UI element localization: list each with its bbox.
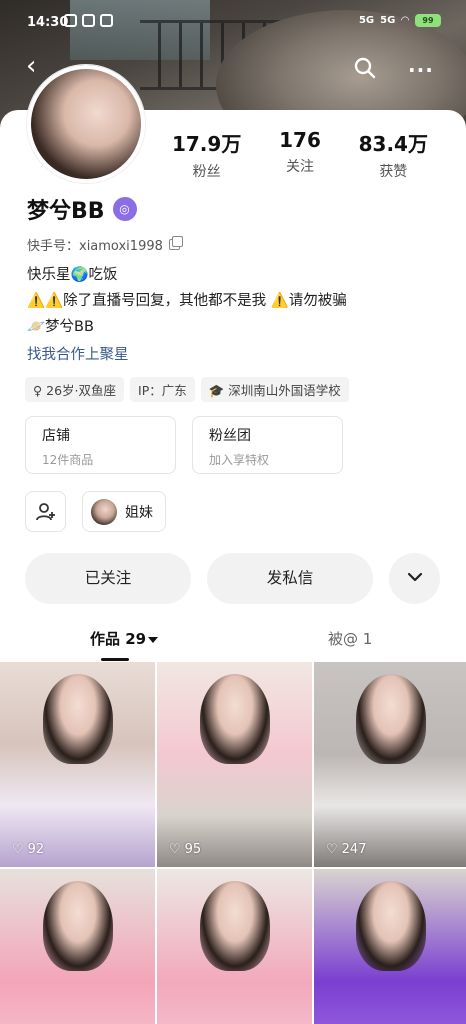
likes-count: 92 — [27, 842, 45, 857]
stat-likes[interactable]: 83.4万 获赞 — [348, 128, 438, 181]
bio-line: 🪐梦兮BB — [27, 319, 94, 335]
post-tile[interactable]: ♡ 247 — [314, 662, 466, 867]
bio-line: ⚠️⚠️除了直播号回复，其他都不是我 ⚠️请勿被骗 — [27, 293, 347, 309]
box-title: 粉丝团 — [209, 428, 251, 444]
collab-link[interactable]: 找我合作上聚星 — [27, 343, 129, 364]
profile-tags: ♀ 26岁·双鱼座 IP：广东 🎓 深圳南山外国语学校 — [25, 377, 349, 402]
post-tile[interactable] — [157, 869, 312, 1024]
avatar — [91, 498, 117, 525]
stat-followers[interactable]: 17.9万 粉丝 — [162, 128, 252, 181]
more-icon[interactable]: ··· — [408, 58, 434, 82]
box-subtitle: 12件商品 — [42, 453, 94, 467]
stat-label: 关注 — [285, 159, 314, 175]
post-tile[interactable]: ♡ 95 — [157, 662, 312, 867]
vip-badge-icon[interactable]: ◎ — [112, 197, 137, 221]
tab-works[interactable]: 作品 29 — [90, 628, 159, 649]
post-tile[interactable]: ♡ 92 — [0, 662, 155, 867]
status-app-icons — [64, 14, 113, 27]
relation-chip[interactable]: 姐妹 — [82, 491, 166, 532]
profile-name: 梦兮BB — [27, 199, 105, 224]
back-arrow-icon[interactable]: ‹ — [26, 53, 50, 80]
post-thumbnail — [356, 881, 426, 971]
signal-5g-1: 5G — [358, 15, 375, 26]
expand-button[interactable] — [389, 553, 440, 604]
stat-label: 获赞 — [379, 164, 408, 180]
chevron-down-icon — [407, 572, 422, 582]
wifi-icon: ◠ — [401, 15, 409, 26]
post-likes: ♡ 92 — [12, 842, 44, 857]
post-tile[interactable] — [314, 869, 466, 1024]
heart-icon: ♡ — [326, 842, 338, 857]
name-row: 梦兮BB ◎ — [27, 193, 137, 225]
tiktok-icon — [82, 14, 95, 27]
caret-down-icon — [148, 636, 159, 643]
signal-5g-2: 5G — [380, 15, 396, 26]
post-thumbnail — [42, 674, 113, 764]
status-time: 14:30 — [27, 15, 69, 30]
tag-school[interactable]: 🎓 深圳南山外国语学校 — [200, 377, 349, 402]
tab-mentions[interactable]: 被@ 1 — [328, 628, 372, 649]
shop-box[interactable]: 店铺 12件商品 — [25, 416, 176, 474]
battery-icon: 99 — [415, 14, 441, 27]
profile-stats: 17.9万 粉丝 176 关注 83.4万 获赞 — [160, 128, 440, 181]
post-thumbnail — [199, 674, 270, 764]
tab-active-indicator — [101, 658, 129, 661]
avatar[interactable] — [27, 65, 145, 183]
copy-icon[interactable] — [168, 236, 183, 250]
feature-boxes: 店铺 12件商品 粉丝团 加入享特权 — [25, 416, 343, 474]
relation-label: 姐妹 — [125, 504, 153, 521]
stat-following[interactable]: 176 关注 — [255, 128, 345, 181]
likes-count: 95 — [184, 842, 202, 857]
post-thumbnail — [356, 674, 426, 764]
content-tabs: 作品 29 被@ 1 — [0, 620, 466, 661]
bio-line: 快乐星🌍吃饭 — [27, 267, 118, 283]
stat-value: 83.4万 — [358, 132, 428, 156]
bio: 快乐星🌍吃饭 ⚠️⚠️除了直播号回复，其他都不是我 ⚠️请勿被骗 🪐梦兮BB — [27, 262, 447, 340]
add-friend-button[interactable] — [25, 491, 66, 532]
box-title: 店铺 — [42, 428, 70, 444]
post-thumbnail — [199, 881, 270, 971]
box-subtitle: 加入享特权 — [209, 453, 270, 467]
telegram-icon — [64, 14, 77, 27]
add-friend-icon — [36, 503, 55, 521]
heart-icon: ♡ — [169, 842, 181, 857]
tab-works-label: 作品 29 — [90, 630, 147, 648]
status-bar: 14:30 5G 5G ◠ 99 — [0, 0, 466, 44]
message-button[interactable]: 发私信 — [207, 553, 373, 604]
heart-icon: ♡ — [12, 842, 24, 857]
tag-age: ♀ 26岁·双鱼座 — [25, 377, 125, 402]
tag-ip: IP：广东 — [130, 377, 195, 402]
posts-grid: ♡ 92 ♡ 95 ♡ 247 — [0, 662, 466, 1024]
stat-value: 176 — [279, 128, 321, 152]
post-likes: ♡ 95 — [169, 842, 201, 857]
kuaishou-id-row: 快手号：xiamoxi1998 — [27, 235, 183, 254]
kuaishou-id: 快手号：xiamoxi1998 — [27, 239, 163, 254]
stat-value: 17.9万 — [171, 132, 242, 156]
likes-count: 247 — [341, 842, 367, 857]
search-icon[interactable] — [353, 56, 379, 82]
tiktok-icon-2 — [100, 14, 113, 27]
post-thumbnail — [42, 881, 113, 971]
stat-label: 粉丝 — [192, 164, 221, 180]
post-tile[interactable] — [0, 869, 155, 1024]
status-right: 5G 5G ◠ 99 — [359, 14, 441, 27]
post-likes: ♡ 247 — [326, 842, 366, 857]
followed-button[interactable]: 已关注 — [25, 553, 191, 604]
fan-group-box[interactable]: 粉丝团 加入享特权 — [192, 416, 343, 474]
